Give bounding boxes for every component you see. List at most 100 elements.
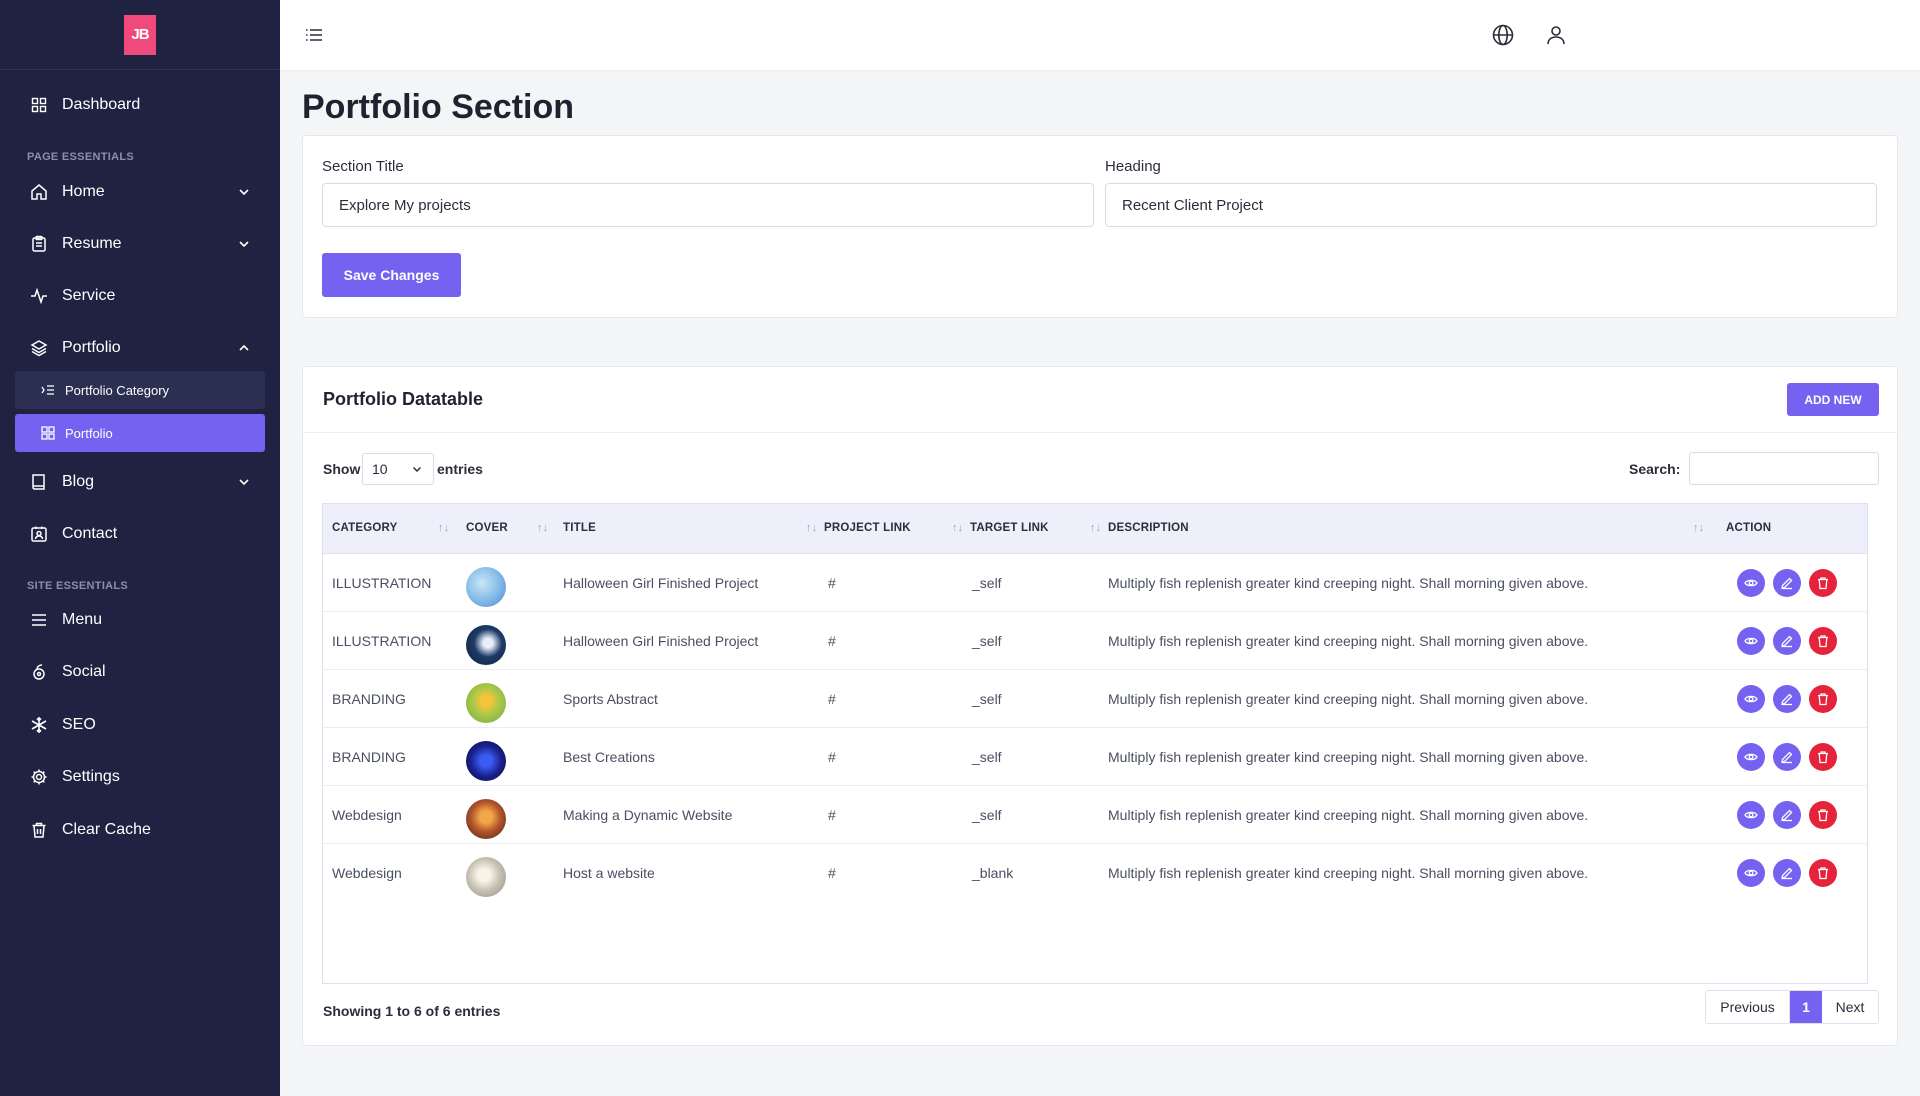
user-icon[interactable] (1544, 23, 1568, 47)
sidebar-subitem-portfolio[interactable]: Portfolio (15, 414, 265, 452)
list-menu-icon[interactable] (304, 25, 324, 45)
cell-project-link: # (828, 807, 836, 823)
pagination-next[interactable]: Next (1822, 991, 1878, 1023)
home-icon (30, 183, 48, 201)
snowflake-icon (30, 716, 48, 734)
sidebar-item-settings[interactable]: Settings (0, 755, 280, 799)
pagination-page-1[interactable]: 1 (1790, 991, 1822, 1023)
heading-input[interactable] (1105, 183, 1877, 227)
sidebar-item-portfolio[interactable]: Portfolio (0, 326, 280, 370)
delete-button[interactable] (1809, 569, 1837, 597)
view-button[interactable] (1737, 859, 1765, 887)
edit-button[interactable] (1773, 569, 1801, 597)
pencil-icon (1781, 577, 1793, 590)
sidebar-item-clear-cache[interactable]: Clear Cache (0, 808, 280, 852)
sidebar-item-service[interactable]: Service (0, 274, 280, 318)
search-input[interactable] (1689, 452, 1879, 485)
sort-icon[interactable]: ↑↓ (806, 522, 817, 534)
sort-icon[interactable]: ↑↓ (1693, 522, 1704, 534)
edit-button[interactable] (1773, 685, 1801, 713)
add-new-button[interactable]: ADD NEW (1787, 383, 1879, 416)
sidebar-subitem-label: Portfolio Category (65, 382, 170, 398)
sidebar-item-label: Portfolio (62, 339, 121, 356)
view-button[interactable] (1737, 569, 1765, 597)
eye-icon (1744, 637, 1758, 645)
cover-image (466, 741, 506, 781)
column-header-cover[interactable]: COVER (466, 522, 508, 534)
column-header-target-link[interactable]: TARGET LINK (970, 522, 1049, 534)
sidebar-item-label: Home (62, 183, 105, 200)
pagination-previous[interactable]: Previous (1706, 991, 1790, 1023)
view-button[interactable] (1737, 801, 1765, 829)
edit-button[interactable] (1773, 627, 1801, 655)
delete-button[interactable] (1809, 743, 1837, 771)
sort-icon[interactable]: ↑↓ (952, 522, 963, 534)
edit-button[interactable] (1773, 801, 1801, 829)
section-title-input[interactable] (322, 183, 1094, 227)
globe-icon[interactable] (1491, 23, 1515, 47)
sort-icon[interactable]: ↑↓ (438, 522, 449, 534)
sidebar-subitem-portfolio-category[interactable]: Portfolio Category (15, 371, 265, 409)
delete-button[interactable] (1809, 859, 1837, 887)
sidebar-item-label: Settings (62, 768, 120, 785)
sidebar-item-menu[interactable]: Menu (0, 598, 280, 642)
sort-icon[interactable]: ↑↓ (537, 522, 548, 534)
sidebar-item-dashboard[interactable]: Dashboard (0, 83, 280, 127)
sidebar-item-home[interactable]: Home (0, 170, 280, 214)
cell-category: ILLUSTRATION (332, 575, 432, 591)
sidebar-item-blog[interactable]: Blog (0, 460, 280, 504)
section-settings-card: Section Title Heading Save Changes (302, 135, 1898, 318)
menu-icon (30, 611, 48, 629)
table-row: ILLUSTRATION Halloween Girl Finished Proj… (323, 612, 1867, 670)
cover-image (466, 625, 506, 665)
trash-icon (1818, 693, 1828, 706)
logo[interactable]: JB (124, 14, 156, 55)
view-button[interactable] (1737, 627, 1765, 655)
cell-target-link: _self (972, 575, 1002, 591)
chevron-down-icon (239, 241, 249, 248)
dashboard-icon (30, 96, 48, 114)
sidebar: JB Dashboard PAGE ESSENTIALS Home Resume… (0, 0, 280, 1096)
cell-target-link: _self (972, 807, 1002, 823)
trash-icon (1818, 635, 1828, 648)
cell-target-link: _self (972, 633, 1002, 649)
delete-button[interactable] (1809, 627, 1837, 655)
pencil-icon (1781, 751, 1793, 764)
cell-description: Multiply fish replenish greater kind cre… (1108, 749, 1589, 765)
column-header-title[interactable]: TITLE (563, 522, 596, 534)
trash-icon (30, 821, 48, 839)
cell-title: Host a website (563, 865, 655, 881)
sidebar-item-social[interactable]: Social (0, 650, 280, 694)
top-bar (280, 0, 1920, 70)
cell-description: Multiply fish replenish greater kind cre… (1108, 807, 1589, 823)
edit-button[interactable] (1773, 859, 1801, 887)
edit-button[interactable] (1773, 743, 1801, 771)
column-header-category[interactable]: CATEGORY (332, 522, 398, 534)
entries-select[interactable]: 10 (362, 453, 434, 485)
cell-title: Making a Dynamic Website (563, 807, 733, 823)
section-title-label: Section Title (322, 158, 404, 175)
cell-project-link: # (828, 691, 836, 707)
sort-icon[interactable]: ↑↓ (1090, 522, 1101, 534)
cell-target-link: _blank (972, 865, 1014, 881)
column-header-description[interactable]: DESCRIPTION (1108, 522, 1189, 534)
sidebar-item-resume[interactable]: Resume (0, 222, 280, 266)
entries-label: entries (437, 461, 483, 477)
cell-description: Multiply fish replenish greater kind cre… (1108, 575, 1589, 591)
sidebar-item-seo[interactable]: SEO (0, 703, 280, 747)
save-changes-button[interactable]: Save Changes (322, 253, 461, 297)
delete-button[interactable] (1809, 685, 1837, 713)
cell-category: ILLUSTRATION (332, 633, 432, 649)
cell-category: Webdesign (332, 807, 402, 823)
sidebar-item-label: Dashboard (62, 96, 141, 113)
sidebar-item-contact[interactable]: Contact (0, 512, 280, 556)
delete-button[interactable] (1809, 801, 1837, 829)
eye-icon (1744, 753, 1758, 761)
table-row: BRANDING Sports Abstract # _self Multiply fi… (323, 670, 1867, 728)
list-indent-icon (41, 383, 55, 397)
logo-area: JB (0, 0, 280, 70)
column-header-project-link[interactable]: PROJECT LINK (824, 522, 911, 534)
view-button[interactable] (1737, 685, 1765, 713)
section-label-page-essentials: PAGE ESSENTIALS (27, 151, 134, 163)
view-button[interactable] (1737, 743, 1765, 771)
